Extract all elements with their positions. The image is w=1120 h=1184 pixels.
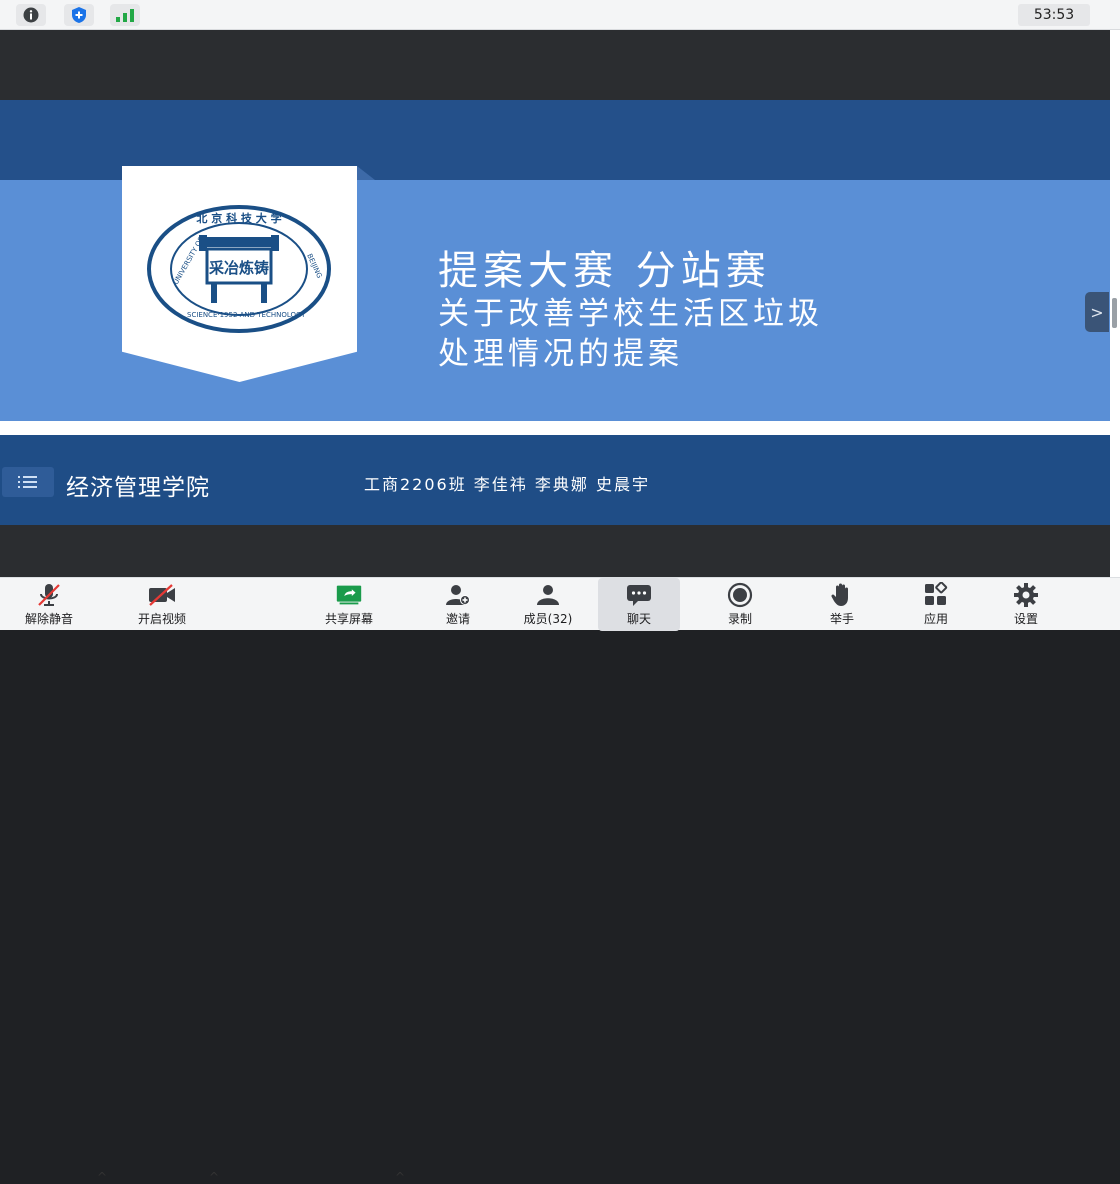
invite-button[interactable]: 邀请 (428, 578, 488, 631)
share-screen-icon (334, 582, 364, 608)
svg-text:BEIJING: BEIJING (305, 252, 323, 279)
raise-hand-label: 举手 (829, 612, 854, 626)
university-seal-logo: 北 京 科 技 大 学 UNIVERSITY OF SCIENCE·1952·A… (147, 205, 331, 333)
record-icon (725, 582, 755, 608)
college-name: 经济管理学院 (66, 475, 210, 501)
info-icon[interactable] (16, 4, 46, 26)
audio-options-caret[interactable]: ^ (95, 1170, 109, 1184)
list-icon (18, 476, 37, 488)
video-options-caret[interactable]: ^ (207, 1170, 221, 1184)
svg-text:SCIENCE·1952·AND TECHNOLOGY: SCIENCE·1952·AND TECHNOLOGY (187, 311, 306, 319)
chat-label: 聊天 (626, 612, 651, 626)
shared-screen-area: 北 京 科 技 大 学 UNIVERSITY OF SCIENCE·1952·A… (0, 30, 1120, 577)
record-label: 录制 (727, 612, 752, 626)
start-video-button[interactable]: 开启视频 (126, 578, 198, 631)
share-screen-button[interactable]: 共享屏幕 (312, 578, 386, 631)
chevron-right-icon: > (1090, 302, 1104, 322)
svg-text:北 京 科 技 大 学: 北 京 科 技 大 学 (196, 211, 281, 225)
record-button[interactable]: 录制 (710, 578, 770, 631)
meeting-timer: 53:53 (1018, 4, 1090, 26)
svg-text:采冶炼铸: 采冶炼铸 (208, 259, 269, 277)
side-scroll-thumb[interactable] (1112, 298, 1117, 328)
apps-icon (921, 582, 951, 608)
slide-subtitle-line2: 处理情况的提案 (438, 336, 683, 372)
gear-icon (1011, 582, 1041, 608)
invite-label: 邀请 (445, 612, 470, 626)
add-user-icon (443, 582, 473, 608)
raise-hand-button[interactable]: 举手 (812, 578, 872, 631)
members-label: 成员(32) (523, 612, 573, 626)
apps-label: 应用 (923, 612, 948, 626)
hand-icon (827, 582, 857, 608)
shield-icon[interactable] (64, 4, 94, 26)
meeting-toolbar: 解除静音 ^ 开启视频 ^ 共享屏幕 ^ 邀请 成员(32) 聊天 录制 举手 … (0, 577, 1120, 1184)
unmute-button[interactable]: 解除静音 (14, 578, 84, 631)
authors-line: 工商2206班 李佳祎 李典娜 史晨宇 (364, 475, 650, 494)
share-options-caret[interactable]: ^ (393, 1170, 407, 1184)
unmute-label: 解除静音 (24, 612, 73, 626)
slide-subtitle-line1: 关于改善学校生活区垃圾 (438, 296, 823, 332)
chat-icon (624, 582, 654, 608)
members-icon (533, 582, 563, 608)
side-panel-toggle[interactable]: > (1085, 292, 1109, 332)
video-off-icon (147, 582, 177, 608)
apps-button[interactable]: 应用 (906, 578, 966, 631)
status-bar: 53:53 (0, 0, 1120, 30)
members-button[interactable]: 成员(32) (510, 578, 586, 631)
presentation-slide: 北 京 科 技 大 学 UNIVERSITY OF SCIENCE·1952·A… (0, 100, 1110, 525)
mic-muted-icon (34, 582, 64, 608)
settings-button[interactable]: 设置 (996, 578, 1056, 631)
settings-label: 设置 (1013, 612, 1038, 626)
slide-menu-button[interactable] (2, 467, 54, 497)
chat-button[interactable]: 聊天 (598, 578, 680, 631)
share-screen-label: 共享屏幕 (324, 612, 373, 626)
signal-icon[interactable] (110, 4, 140, 26)
start-video-label: 开启视频 (137, 612, 186, 626)
